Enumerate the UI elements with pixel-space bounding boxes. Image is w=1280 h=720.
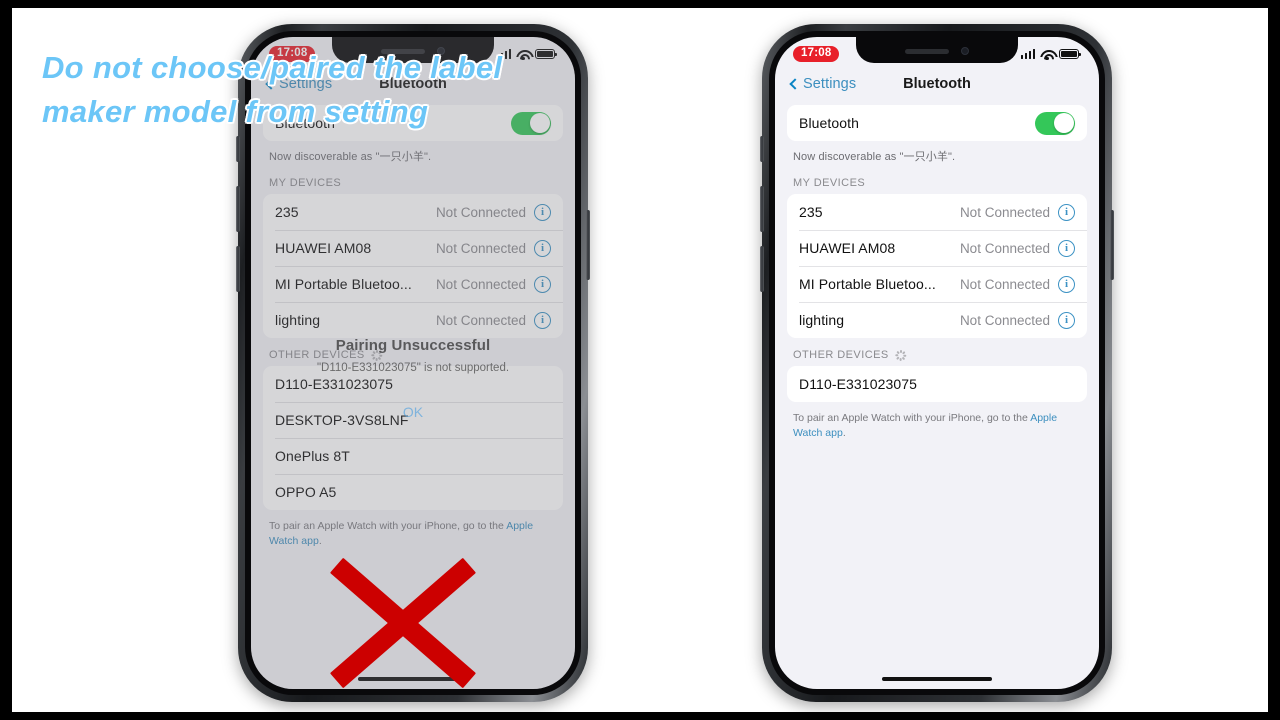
info-icon[interactable]: i [1058, 239, 1075, 257]
settings-content-right: Bluetooth Now discoverable as "一只小羊". MY… [775, 101, 1099, 441]
footnote-end: . [842, 427, 846, 440]
status-icons-right [1020, 49, 1081, 60]
phone-right-screen: 17:08 Settings Bluetooth Bluetooth Now d… [775, 37, 1099, 689]
battery-icon [1059, 49, 1081, 59]
device-status: Not Connected [959, 312, 1050, 328]
front-camera-icon [961, 47, 969, 55]
bluetooth-toggle-card: Bluetooth [787, 105, 1087, 141]
device-name: D110-E331023075 [799, 376, 918, 392]
device-name: HUAWEI AM08 [799, 240, 896, 256]
volume-up-button[interactable] [236, 186, 240, 232]
volume-down-button[interactable] [760, 246, 764, 292]
device-meta: Not Connected i [959, 239, 1075, 257]
nav-bar-right: Settings Bluetooth [775, 67, 1099, 101]
my-devices-list-right: 235 Not Connected i HUAWEI AM08 Not Conn… [787, 194, 1087, 338]
device-name: 235 [799, 204, 823, 220]
bluetooth-label: Bluetooth [799, 115, 860, 131]
loading-spinner-icon [895, 349, 907, 361]
other-devices-header: OTHER DEVICES [787, 338, 1087, 366]
footnote-text: To pair an Apple Watch with your iPhone,… [793, 412, 1031, 424]
volume-down-button[interactable] [236, 246, 240, 292]
info-icon[interactable]: i [1058, 203, 1075, 221]
table-row[interactable]: MI Portable Bluetoo... Not Connected i [787, 266, 1087, 302]
my-devices-header: MY DEVICES [787, 166, 1087, 194]
mute-switch[interactable] [236, 136, 240, 162]
phone-right-bezel: 17:08 Settings Bluetooth Bluetooth Now d… [769, 31, 1105, 695]
device-name: MI Portable Bluetoo... [799, 276, 936, 292]
chevron-left-icon [789, 78, 801, 90]
bluetooth-toggle[interactable] [1035, 111, 1075, 135]
alert-title: Pairing Unsuccessful [335, 337, 491, 354]
back-label: Settings [803, 76, 857, 92]
wifi-icon [1040, 49, 1054, 60]
red-x-mark [329, 557, 476, 689]
device-meta: Not Connected i [959, 203, 1075, 221]
power-button[interactable] [1110, 210, 1114, 280]
discoverable-note: Now discoverable as "一只小羊". [793, 151, 956, 163]
alert-ok-button[interactable]: OK [297, 404, 529, 420]
device-name: lighting [799, 312, 845, 328]
device-status: Not Connected [959, 240, 1050, 256]
info-icon[interactable]: i [1058, 275, 1075, 293]
device-meta: Not Connected i [959, 275, 1075, 293]
power-button[interactable] [586, 210, 590, 280]
mute-switch[interactable] [760, 136, 764, 162]
alert-message: "D110-E331023075" is not supported. [316, 362, 510, 374]
table-row[interactable]: 235 Not Connected i [787, 194, 1087, 230]
other-devices-header-label: OTHER DEVICES [793, 349, 889, 361]
earpiece-speaker-icon [905, 48, 949, 54]
my-devices-header-label: MY DEVICES [793, 177, 866, 189]
info-icon[interactable]: i [1058, 311, 1075, 329]
device-status: Not Connected [959, 276, 1050, 292]
back-to-settings-button[interactable]: Settings [789, 76, 857, 92]
recording-time-badge: 17:08 [793, 46, 840, 62]
pairing-unsuccessful-alert: Pairing Unsuccessful "D110-E331023075" i… [297, 337, 529, 420]
table-row[interactable]: HUAWEI AM08 Not Connected i [787, 230, 1087, 266]
notch [856, 37, 1018, 63]
home-indicator[interactable] [882, 677, 992, 681]
device-meta: Not Connected i [959, 311, 1075, 329]
phone-right: 17:08 Settings Bluetooth Bluetooth Now d… [760, 24, 1114, 702]
instruction-caption: Do not choose/paired the label maker mod… [42, 50, 503, 130]
signal-bars-icon [1020, 49, 1035, 59]
device-status: Not Connected [959, 204, 1050, 220]
table-row[interactable]: lighting Not Connected i [787, 302, 1087, 338]
other-devices-list-right: D110-E331023075 [787, 366, 1087, 402]
bluetooth-toggle-row[interactable]: Bluetooth [787, 105, 1087, 141]
screenshot-stage: 17:08 Settings Bluetooth Bluetooth Now d… [0, 0, 1280, 720]
volume-up-button[interactable] [760, 186, 764, 232]
list-item[interactable]: D110-E331023075 [787, 366, 1087, 402]
apple-watch-footnote: To pair an Apple Watch with your iPhone,… [787, 402, 1087, 441]
